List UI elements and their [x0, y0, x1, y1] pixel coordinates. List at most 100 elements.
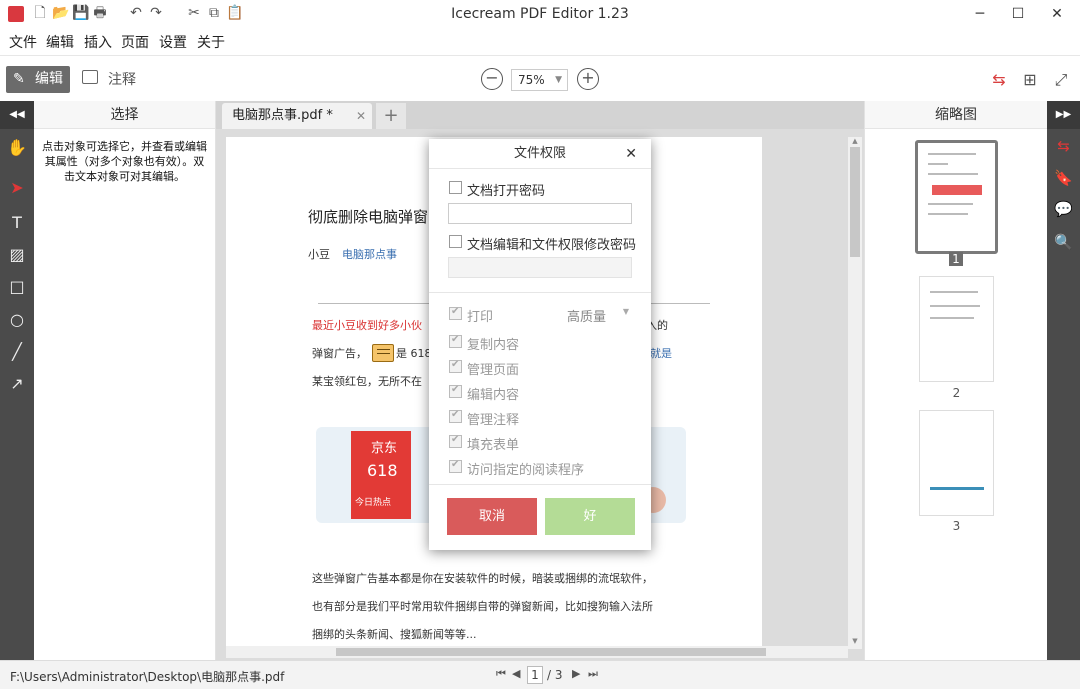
thumbnail-page-2[interactable]: [919, 276, 994, 382]
article-heading: 彻底删除电脑弹窗: [308, 208, 429, 226]
ellipse-tool-icon[interactable]: ○: [0, 305, 34, 335]
prev-page-icon[interactable]: ◀: [512, 667, 520, 680]
zoom-select[interactable]: 75% ▼: [511, 69, 568, 91]
paragraph-3: 某宝领红包，无所不在: [312, 375, 422, 388]
paragraph-2b: 是 618: [396, 347, 432, 360]
fullscreen-icon[interactable]: ⤢: [1050, 69, 1072, 91]
article-author: 小豆: [308, 248, 330, 261]
sticky-note-icon[interactable]: [372, 344, 394, 362]
maximize-button[interactable]: ☐: [1008, 4, 1028, 24]
banner-sub: 今日热点: [355, 498, 392, 508]
open-password-input[interactable]: [448, 203, 632, 224]
annotate-mode-label: 注释: [108, 72, 136, 88]
ok-button[interactable]: 好: [545, 498, 635, 535]
menu-bar: 文件 编辑 插入 页面 设置 关于: [0, 28, 1080, 54]
print-quality-select[interactable]: 高质量 ▼: [567, 306, 631, 325]
thumbnail-panel-title: 缩略图: [865, 101, 1047, 129]
checkbox-box[interactable]: [449, 409, 462, 423]
thumbnails-icon[interactable]: ⇆: [1047, 131, 1080, 161]
close-window-button[interactable]: ✕: [1047, 4, 1067, 24]
thumbnail-label-3: 3: [952, 519, 961, 533]
right-tool-rail: ▶▶ ⇆ 🔖 💬 🔍: [1047, 101, 1080, 660]
checkbox-box[interactable]: [449, 334, 462, 348]
thumbnail-page-3[interactable]: [919, 410, 994, 516]
dialog-divider: [429, 292, 651, 293]
thumbnail-page-1[interactable]: [915, 140, 998, 254]
banner-618: 618: [367, 461, 398, 480]
line-tool-icon[interactable]: ╱: [0, 337, 34, 367]
minimize-button[interactable]: ─: [970, 4, 990, 24]
left-tool-rail: ◀◀ ✋ ➤ T ▨ □ ○ ╱ ↗: [0, 101, 34, 660]
text-tool-icon[interactable]: T: [0, 208, 34, 238]
file-path: F:\Users\Administrator\Desktop\电脑那点事.pdf: [10, 670, 285, 684]
first-page-icon[interactable]: ⏮: [496, 667, 506, 681]
file-permissions-dialog: 文件权限 ✕ 文档打开密码 文档编辑和文件权限修改密码 打印 高质量 ▼ 复制内…: [429, 139, 651, 550]
menu-file[interactable]: 文件: [9, 32, 37, 52]
chevron-down-icon: ▼: [555, 75, 562, 85]
select-panel-description: 点击对象可选择它，并查看或编辑其属性（对多个对象也有效）。双击文本对象可对其编辑…: [42, 140, 207, 183]
collapse-left-panel-button[interactable]: ◀◀: [0, 101, 34, 129]
close-dialog-icon[interactable]: ✕: [625, 139, 637, 169]
close-tab-icon[interactable]: ✕: [356, 103, 366, 129]
thumbnail-label-1: 1: [949, 252, 963, 266]
checkbox-box[interactable]: [449, 459, 462, 473]
checkbox-box[interactable]: [449, 235, 462, 248]
jd-card: 京东 618 今日热点: [351, 431, 411, 519]
single-page-view-icon[interactable]: ⇆: [988, 69, 1010, 91]
menu-edit[interactable]: 编辑: [46, 32, 74, 52]
rectangle-tool-icon[interactable]: □: [0, 272, 34, 302]
collapse-right-panel-button[interactable]: ▶▶: [1047, 101, 1080, 129]
paragraph-6: 捆绑的头条新闻、搜狐新闻等等...: [312, 628, 477, 641]
select-panel: 选择 点击对象可选择它，并查看或编辑其属性（对多个对象也有效）。双击文本对象可对…: [34, 101, 216, 660]
edit-content-label: 编辑内容: [467, 388, 520, 403]
menu-about[interactable]: 关于: [197, 32, 225, 52]
menu-settings[interactable]: 设置: [159, 32, 187, 52]
zoom-out-button[interactable]: −: [481, 68, 503, 90]
paragraph-5: 也有部分是我们平时常用软件捆绑自带的弹窗新闻，比如搜狗输入法所: [312, 600, 653, 613]
manage-pages-label: 管理页面: [467, 363, 520, 378]
horizontal-scrollbar[interactable]: [226, 646, 848, 658]
open-password-label: 文档打开密码: [467, 184, 546, 199]
horizontal-scroll-thumb[interactable]: [336, 648, 766, 656]
new-tab-button[interactable]: +: [376, 103, 406, 129]
print-quality-value: 高质量: [567, 310, 607, 325]
paragraph-4: 这些弹窗广告基本都是你在安装软件的时候，暗装或捆绑的流氓软件，: [312, 572, 653, 585]
scroll-up-icon[interactable]: ▲: [848, 137, 862, 145]
main-toolbar: ✎ 编辑 注释 − 75% ▼ + ⇆ ⊞ ⤢: [0, 55, 1080, 101]
hand-tool-icon[interactable]: ✋: [0, 133, 34, 163]
menu-insert[interactable]: 插入: [84, 32, 112, 52]
scroll-down-icon[interactable]: ▼: [848, 637, 862, 645]
next-page-icon[interactable]: ▶: [572, 667, 580, 680]
bookmark-icon[interactable]: 🔖: [1047, 163, 1080, 193]
select-panel-title: 选择: [34, 101, 215, 129]
current-page-input[interactable]: 1: [527, 666, 543, 684]
chevron-down-icon: ▼: [622, 307, 629, 316]
tab-bar: 电脑那点事.pdf * ✕ +: [216, 101, 864, 129]
vertical-scroll-thumb[interactable]: [850, 147, 860, 257]
select-tool-icon[interactable]: ➤: [0, 173, 34, 203]
checkbox-box[interactable]: [449, 359, 462, 373]
search-icon[interactable]: 🔍: [1047, 227, 1080, 257]
vertical-scrollbar[interactable]: ▲ ▼: [848, 137, 862, 649]
dialog-divider: [429, 484, 651, 485]
menu-page[interactable]: 页面: [121, 32, 149, 52]
image-tool-icon[interactable]: ▨: [0, 240, 34, 270]
checkbox-box[interactable]: [449, 384, 462, 398]
thumbnail-panel: 缩略图 1 2 3: [864, 101, 1047, 660]
paragraph-2a: 弹窗广告，: [312, 347, 367, 360]
grid-view-icon[interactable]: ⊞: [1019, 69, 1041, 91]
pencil-icon: ✎: [13, 71, 25, 87]
checkbox-box[interactable]: [449, 306, 462, 320]
edit-mode-button[interactable]: ✎ 编辑: [6, 66, 70, 93]
last-page-icon[interactable]: ⏭: [588, 667, 598, 681]
tab-document[interactable]: 电脑那点事.pdf * ✕: [222, 103, 372, 129]
edit-password-input[interactable]: [448, 257, 632, 278]
checkbox-box[interactable]: [449, 181, 462, 194]
edit-password-label: 文档编辑和文件权限修改密码: [467, 238, 637, 253]
checkbox-box[interactable]: [449, 434, 462, 448]
zoom-in-button[interactable]: +: [577, 68, 599, 90]
comments-icon[interactable]: 💬: [1047, 194, 1080, 224]
cancel-button[interactable]: 取消: [447, 498, 537, 535]
arrow-tool-icon[interactable]: ↗: [0, 369, 34, 399]
tab-document-label: 电脑那点事.pdf *: [232, 108, 333, 123]
